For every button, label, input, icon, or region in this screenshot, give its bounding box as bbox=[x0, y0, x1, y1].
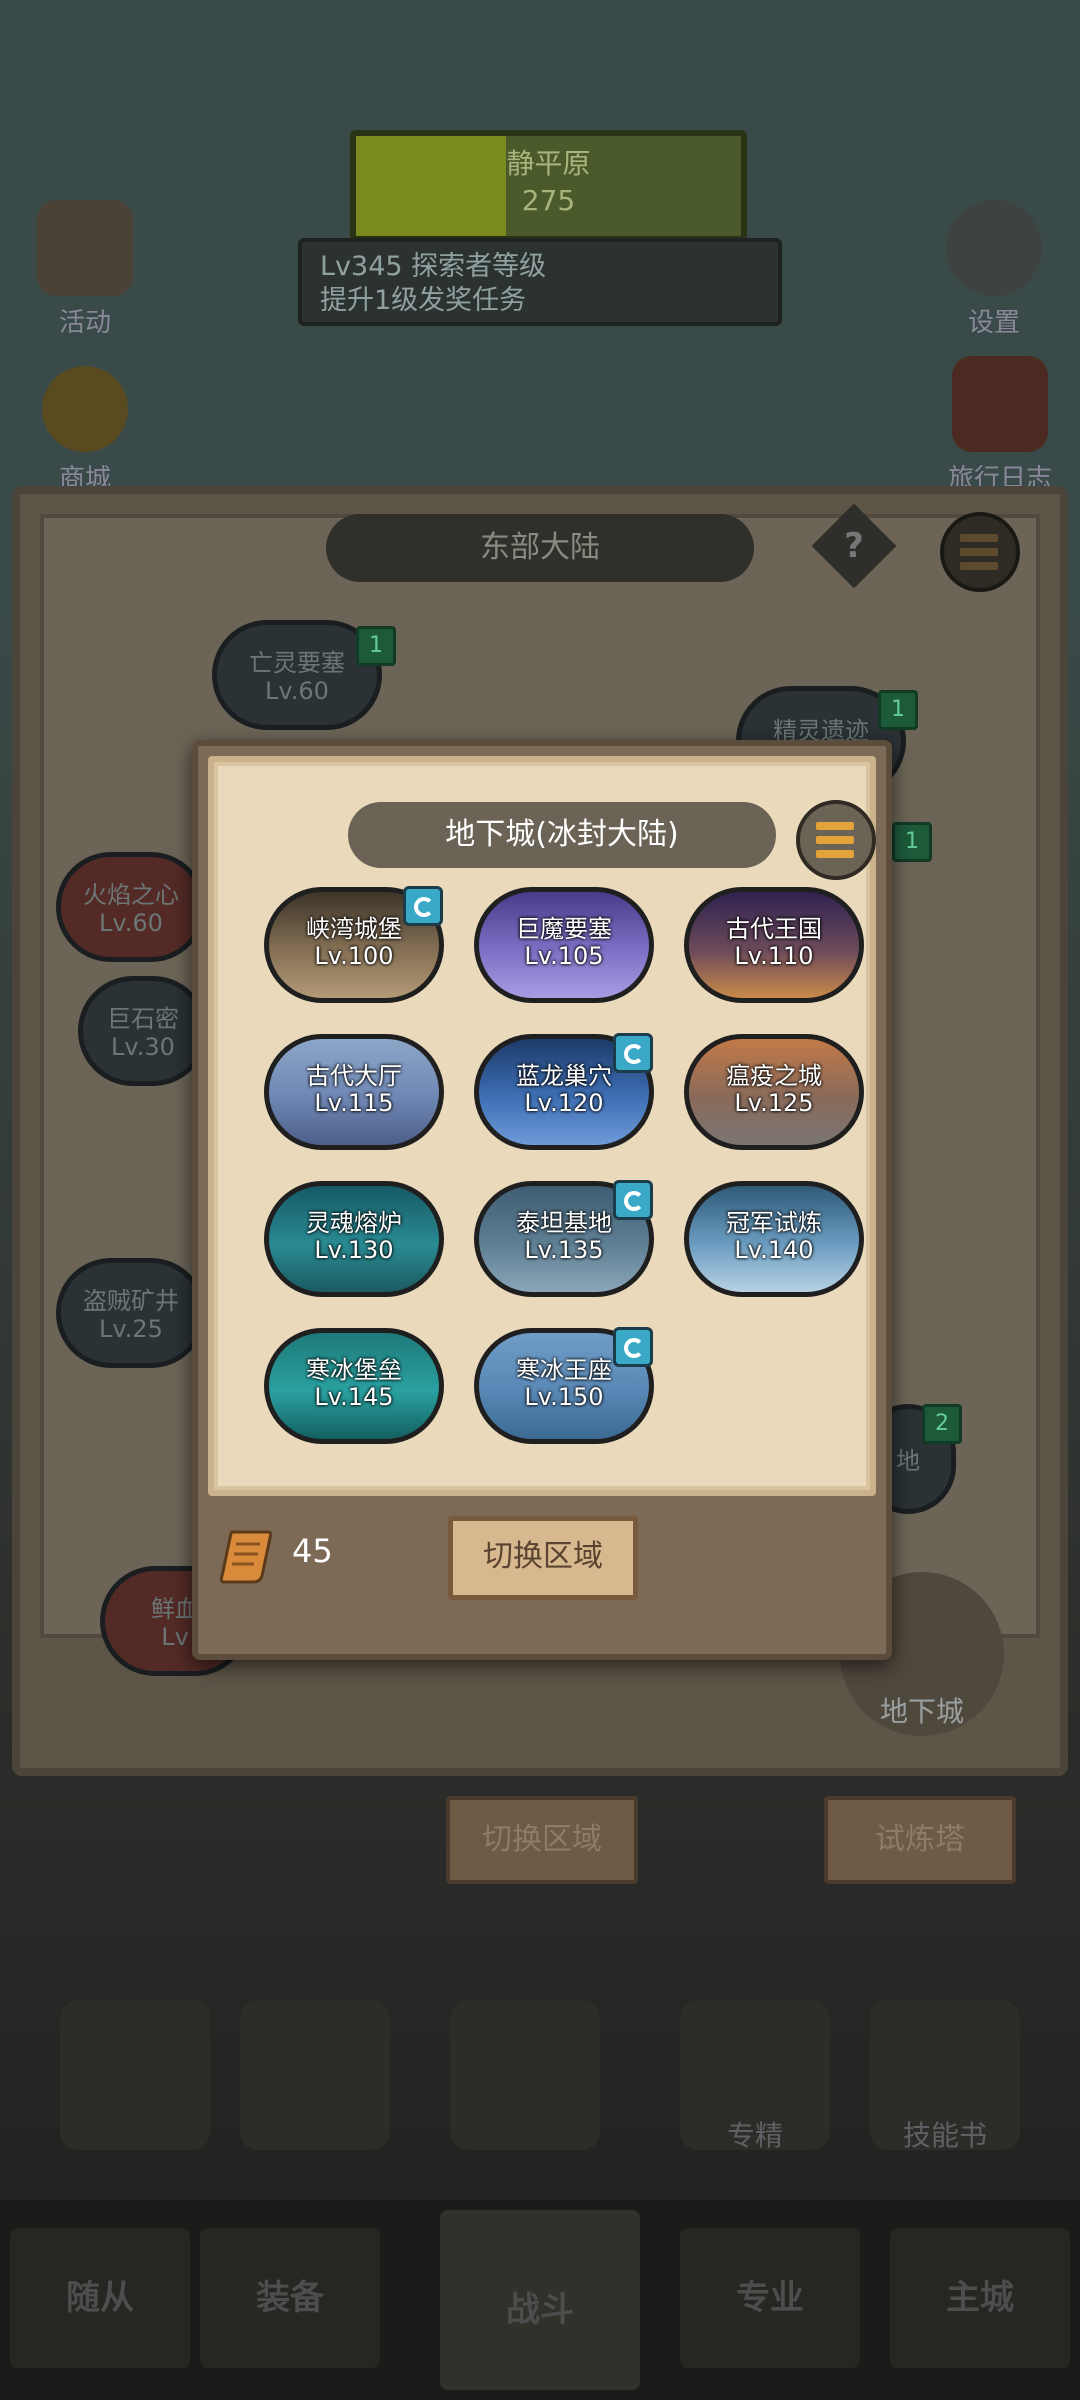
dungeon-name: 瘟疫之城 bbox=[726, 1062, 822, 1090]
nav-battle[interactable]: 战斗 bbox=[440, 2210, 640, 2390]
map-node[interactable]: 巨石密 Lv.30 bbox=[78, 976, 208, 1086]
refresh-icon bbox=[403, 886, 443, 926]
settings-label: 设置 bbox=[967, 308, 1020, 338]
dungeon-level: Lv.120 bbox=[524, 1089, 604, 1117]
dungeon-node[interactable]: 峡湾城堡 Lv.100 bbox=[264, 886, 444, 1003]
dungeon-level: Lv.150 bbox=[524, 1383, 604, 1411]
skill-slot[interactable] bbox=[60, 2000, 210, 2150]
dungeon-node[interactable]: 寒冰王座 Lv.150 bbox=[474, 1327, 654, 1444]
map-node-level: Lv.25 bbox=[99, 1315, 163, 1343]
dungeon-level: Lv.125 bbox=[734, 1089, 814, 1117]
dungeon-name: 古代王国 bbox=[726, 915, 822, 943]
map-node-name: 亡灵要塞 bbox=[249, 649, 345, 677]
dungeon-level: Lv.115 bbox=[314, 1089, 394, 1117]
dungeon-node[interactable]: 泰坦基地 Lv.135 bbox=[474, 1180, 654, 1297]
question-icon: ? bbox=[844, 526, 864, 566]
map-node-name: 火焰之心 bbox=[83, 881, 179, 909]
dungeon-level: Lv.130 bbox=[314, 1236, 394, 1264]
skill-slot[interactable] bbox=[240, 2000, 390, 2150]
dungeon-level: Lv.140 bbox=[734, 1236, 814, 1264]
dungeon-name: 古代大厅 bbox=[306, 1062, 402, 1090]
dungeon-entry-label: 地下城 bbox=[879, 1695, 964, 1728]
quest-banner[interactable]: Lv345 探索者等级 提升1级发奖任务 bbox=[298, 238, 782, 326]
dungeon-name: 巨魔要塞 bbox=[516, 915, 612, 943]
refresh-icon bbox=[613, 1327, 653, 1367]
count-badge: 2 bbox=[922, 1404, 962, 1444]
progress-value: 275 bbox=[521, 184, 576, 217]
settings-button[interactable]: 设置 bbox=[934, 200, 1054, 339]
dungeon-level: Lv.135 bbox=[524, 1236, 604, 1264]
dungeon-node[interactable]: 古代大厅 Lv.115 bbox=[264, 1034, 444, 1150]
scroll-icon bbox=[219, 1530, 273, 1584]
map-node-name: 巨石密 bbox=[107, 1005, 179, 1033]
scroll-icon bbox=[37, 200, 133, 296]
scroll-count: 45 bbox=[292, 1532, 333, 1570]
coin-icon bbox=[42, 366, 128, 452]
map-title: 东部大陆 bbox=[326, 514, 754, 582]
dungeon-node[interactable]: 巨魔要塞 Lv.105 bbox=[474, 887, 654, 1003]
nav-equipment[interactable]: 装备 bbox=[200, 2228, 380, 2368]
map-node[interactable]: 火焰之心 Lv.60 bbox=[56, 852, 206, 962]
map-node-name: 地 bbox=[896, 1447, 920, 1475]
map-node-level: Lv bbox=[161, 1623, 189, 1651]
skill-slot[interactable] bbox=[450, 2000, 600, 2150]
dungeon-node[interactable]: 蓝龙巢穴 Lv.120 bbox=[474, 1033, 654, 1150]
dungeon-level: Lv.145 bbox=[314, 1383, 394, 1411]
enchant-button[interactable]: 专精 bbox=[680, 2000, 830, 2152]
refresh-icon bbox=[613, 1180, 653, 1220]
dialog-title: 地下城(冰封大陆) bbox=[348, 802, 776, 868]
nav-profession[interactable]: 专业 bbox=[680, 2228, 860, 2368]
game-screen: { "hud": { "progress_title": "静平原", "pro… bbox=[0, 0, 1080, 2400]
skill-book-label: 技能书 bbox=[902, 2119, 987, 2152]
map-node-level: Lv.30 bbox=[111, 1033, 175, 1061]
gear-icon bbox=[946, 200, 1042, 296]
activity-label: 活动 bbox=[58, 308, 111, 338]
region-progress-bar: 静平原 275 bbox=[350, 130, 747, 242]
progress-title: 静平原 bbox=[506, 147, 591, 180]
dungeon-name: 灵魂熔炉 bbox=[306, 1209, 402, 1237]
refresh-icon bbox=[613, 1033, 653, 1073]
bottom-nav: 随从 装备 战斗 专业 主城 bbox=[0, 2200, 1080, 2400]
dungeon-dialog: 地下城(冰封大陆) 峡湾城堡 Lv.100 巨魔要塞 Lv.105 古代王国 L… bbox=[192, 740, 892, 1660]
trial-tower-button[interactable]: 试炼塔 bbox=[824, 1796, 1016, 1884]
travel-log-button[interactable]: 旅行日志 bbox=[930, 356, 1070, 495]
quest-text-2: 提升1级发奖任务 bbox=[320, 285, 527, 316]
dungeon-name: 冠军试炼 bbox=[726, 1209, 822, 1237]
parchment-panel: 地下城(冰封大陆) 峡湾城堡 Lv.100 巨魔要塞 Lv.105 古代王国 L… bbox=[208, 756, 876, 1496]
count-badge: 1 bbox=[892, 822, 932, 862]
skills-row: 专精 技能书 bbox=[0, 2000, 1080, 2160]
book-icon bbox=[952, 356, 1048, 452]
dungeon-node[interactable]: 冠军试炼 Lv.140 bbox=[684, 1181, 864, 1297]
dungeon-node[interactable]: 寒冰堡垒 Lv.145 bbox=[264, 1328, 444, 1444]
dungeon-name: 寒冰堡垒 bbox=[306, 1356, 402, 1384]
dialog-menu-button[interactable] bbox=[796, 800, 876, 880]
dungeon-node[interactable]: 灵魂熔炉 Lv.130 bbox=[264, 1181, 444, 1297]
map-menu-button[interactable] bbox=[940, 512, 1020, 592]
activity-button[interactable]: 活动 bbox=[20, 200, 150, 339]
dungeon-level: Lv.100 bbox=[314, 942, 394, 970]
nav-main-city[interactable]: 主城 bbox=[890, 2228, 1070, 2368]
dungeon-node[interactable]: 瘟疫之城 Lv.125 bbox=[684, 1034, 864, 1150]
dungeon-level: Lv.105 bbox=[524, 942, 604, 970]
count-badge: 1 bbox=[356, 626, 396, 666]
map-node-name: 盗贼矿井 bbox=[83, 1287, 179, 1315]
count-badge: 1 bbox=[878, 690, 918, 730]
dungeon-node[interactable]: 古代王国 Lv.110 bbox=[684, 887, 864, 1003]
skill-book-button[interactable]: 技能书 bbox=[870, 2000, 1020, 2152]
enchant-label: 专精 bbox=[726, 2119, 783, 2152]
shop-button[interactable]: 商城 bbox=[30, 366, 140, 495]
help-button[interactable]: ? bbox=[811, 503, 897, 589]
map-node[interactable]: 盗贼矿井 Lv.25 bbox=[56, 1258, 206, 1368]
switch-region-button[interactable]: 切换区域 bbox=[448, 1516, 638, 1600]
map-node-level: Lv.60 bbox=[99, 909, 163, 937]
nav-followers[interactable]: 随从 bbox=[10, 2228, 190, 2368]
dungeon-level: Lv.110 bbox=[734, 942, 814, 970]
map-node-level: Lv.60 bbox=[265, 677, 329, 705]
quest-text: Lv345 探索者等级 bbox=[320, 251, 547, 282]
switch-region-button-bg[interactable]: 切换区域 bbox=[446, 1796, 638, 1884]
